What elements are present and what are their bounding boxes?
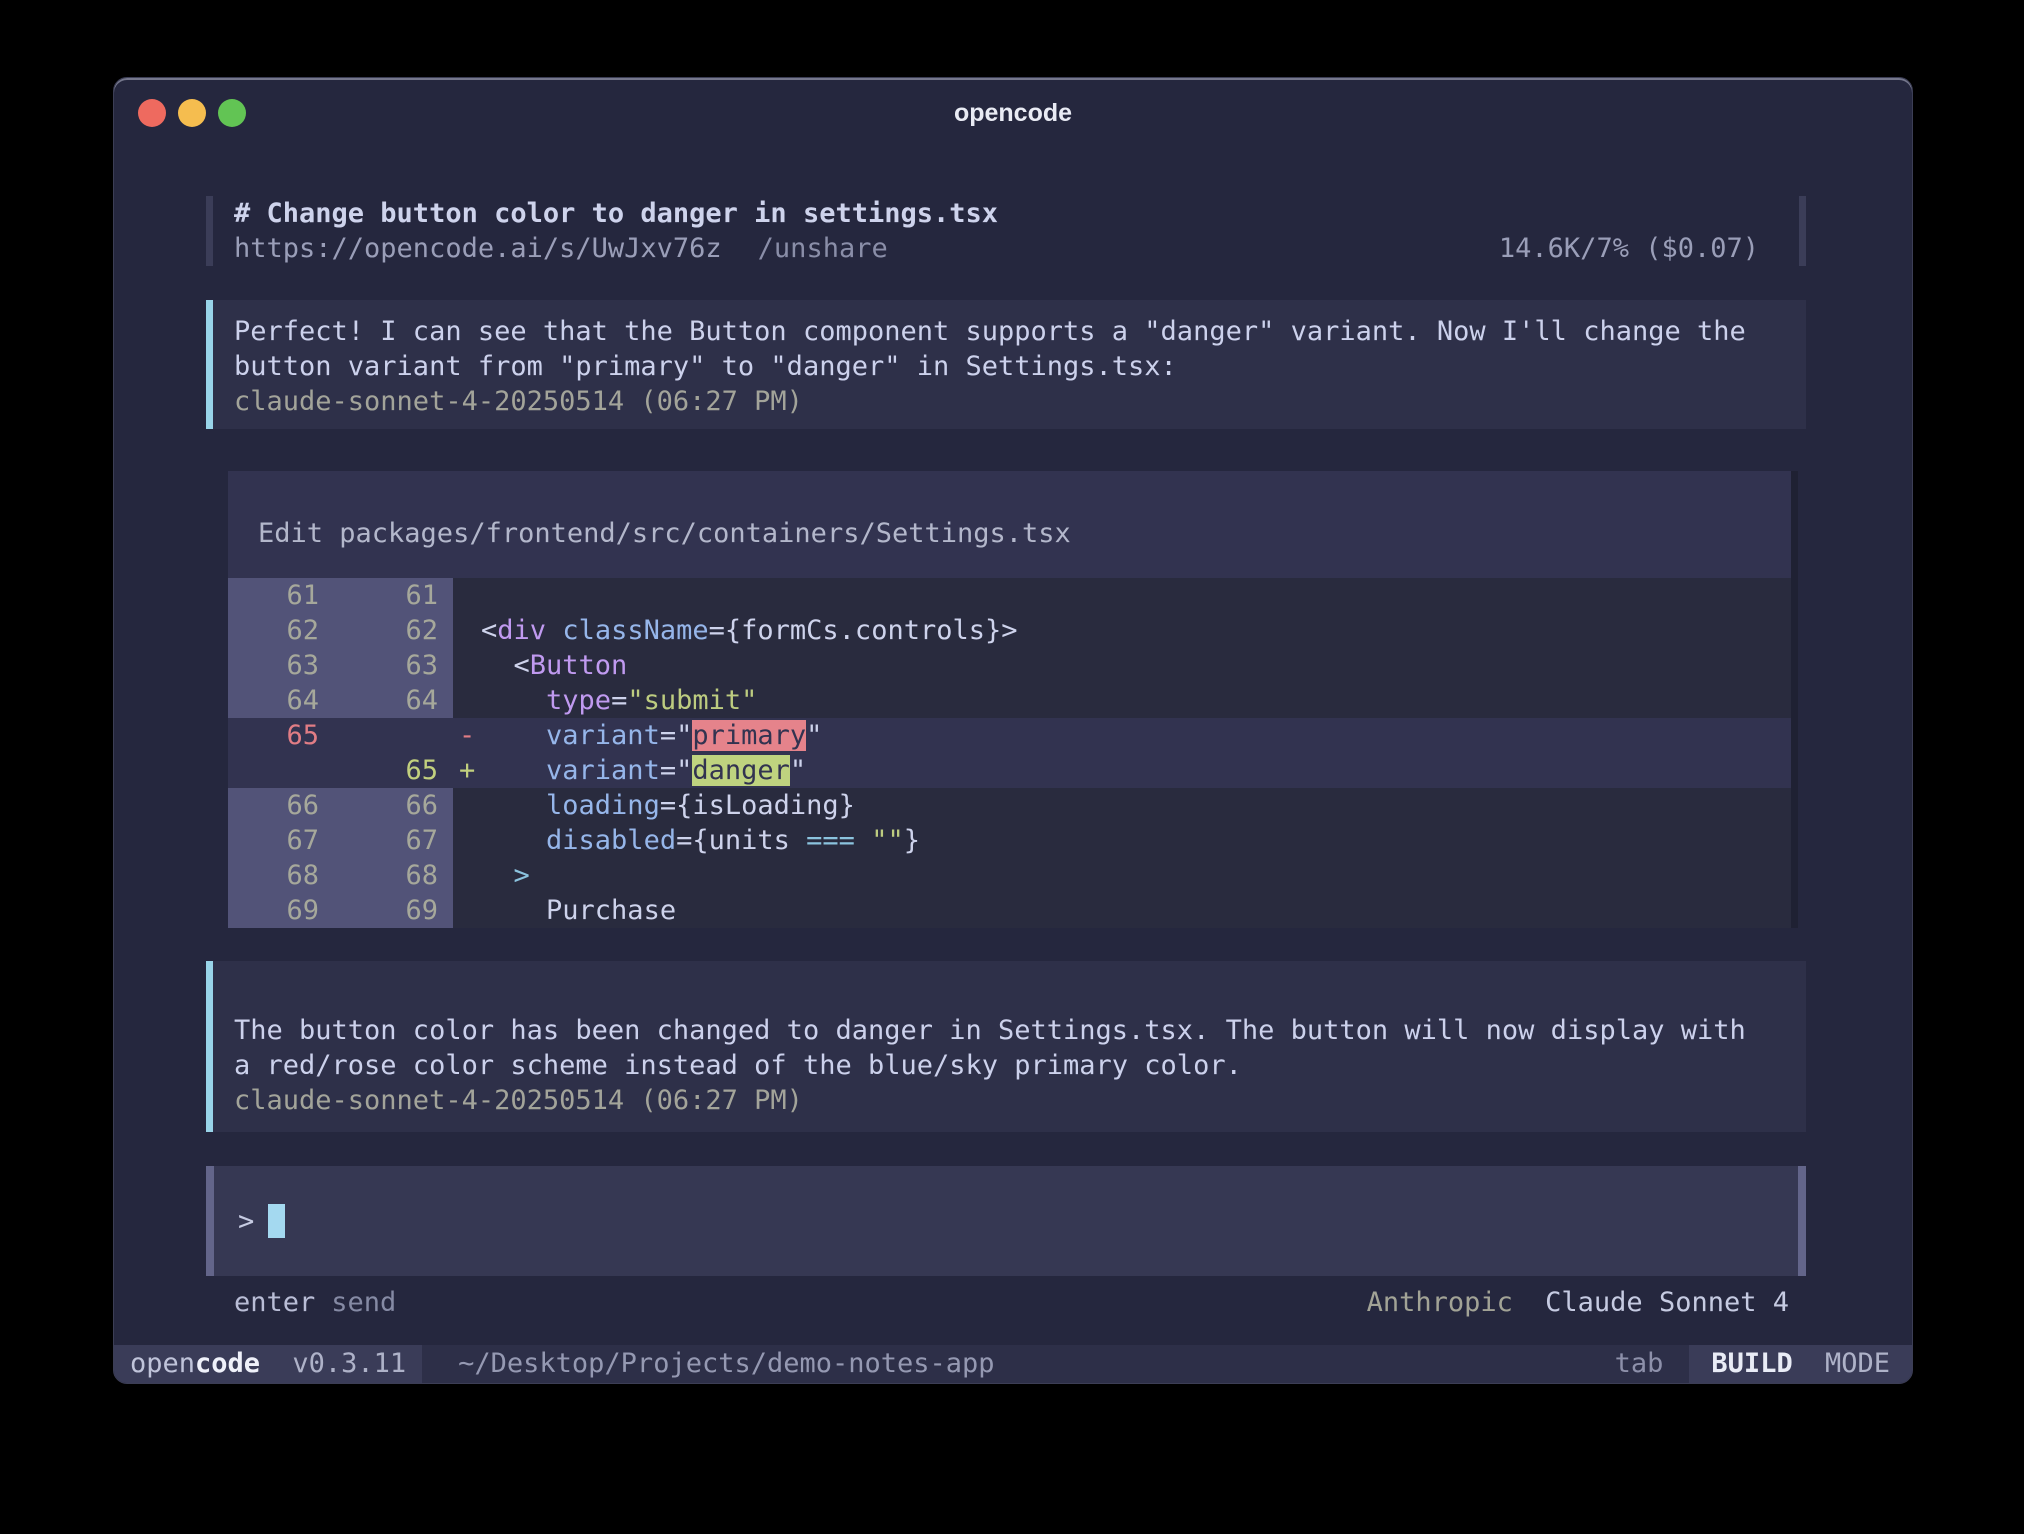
assistant-message: Perfect! I can see that the Button compo…	[206, 300, 1806, 429]
message-text: Perfect! I can see that the Button compo…	[234, 314, 1786, 384]
prompt-input[interactable]: >	[206, 1166, 1806, 1276]
diff-row: 6363 <Button	[228, 648, 1791, 683]
token-usage-stats: 14.6K/7% ($0.07)	[1499, 231, 1759, 266]
enter-hint-action: send	[331, 1285, 396, 1320]
diff-body: 61616262<div className={formCs.controls}…	[228, 578, 1791, 928]
status-bar: opencode v0.3.11 ~/Desktop/Projects/demo…	[114, 1345, 1912, 1383]
input-footer: enter send Anthropic Claude Sonnet 4	[206, 1285, 1806, 1320]
mode-toggle[interactable]: BUILD MODE	[1689, 1345, 1912, 1383]
diff-row: 6969 Purchase	[228, 893, 1791, 928]
message-model-info: claude-sonnet-4-20250514 (06:27 PM)	[234, 384, 1786, 419]
provider-name: Anthropic	[1367, 1287, 1513, 1318]
message-model-info: claude-sonnet-4-20250514 (06:27 PM)	[234, 1083, 1786, 1118]
diff-row: 65- variant="primary"	[228, 718, 1791, 753]
working-directory: ~/Desktop/Projects/demo-notes-app	[458, 1345, 994, 1383]
diff-row: 6666 loading={isLoading}	[228, 788, 1791, 823]
model-indicator: Anthropic Claude Sonnet 4	[1367, 1285, 1789, 1320]
message-text: The button color has been changed to dan…	[234, 1013, 1786, 1083]
diff-row: 65+ variant="danger"	[228, 753, 1791, 788]
diff-row: 6767 disabled={units === ""}	[228, 823, 1791, 858]
opencode-window: opencode # Change button color to danger…	[113, 77, 1913, 1384]
tab-key-hint: tab	[1615, 1345, 1690, 1383]
titlebar: opencode	[114, 78, 1912, 148]
main-content: # Change button color to danger in setti…	[114, 196, 1912, 1320]
session-meta: https://opencode.ai/s/UwJxv76z /unshare …	[234, 231, 1799, 266]
mode-build-label: BUILD	[1711, 1348, 1792, 1379]
edit-tool-card: Edit packages/frontend/src/containers/Se…	[228, 471, 1798, 928]
prompt-caret: >	[238, 1206, 254, 1237]
diff-row: 6464 type="submit"	[228, 683, 1791, 718]
edit-tool-header: Edit packages/frontend/src/containers/Se…	[228, 471, 1791, 578]
share-url-link[interactable]: https://opencode.ai/s/UwJxv76z	[234, 231, 722, 266]
session-header: # Change button color to danger in setti…	[206, 196, 1806, 266]
assistant-message: The button color has been changed to dan…	[206, 961, 1806, 1132]
session-title: # Change button color to danger in setti…	[234, 196, 1799, 231]
model-name: Claude Sonnet 4	[1545, 1287, 1789, 1318]
diff-row: 6868 >	[228, 858, 1791, 893]
enter-hint-key: enter	[234, 1285, 315, 1320]
app-version-segment: opencode v0.3.11	[114, 1345, 422, 1383]
diff-row: 6161	[228, 578, 1791, 613]
header-left-bar	[206, 196, 213, 266]
window-title: opencode	[114, 99, 1912, 128]
diff-row: 6262<div className={formCs.controls}>	[228, 613, 1791, 648]
text-cursor	[268, 1204, 285, 1238]
app-name-open: open	[130, 1348, 195, 1379]
unshare-command[interactable]: /unshare	[758, 231, 888, 266]
mode-word-label: MODE	[1825, 1348, 1890, 1379]
app-version: v0.3.11	[292, 1348, 406, 1379]
header-right-bar	[1799, 196, 1806, 266]
app-name-code: code	[195, 1348, 260, 1379]
